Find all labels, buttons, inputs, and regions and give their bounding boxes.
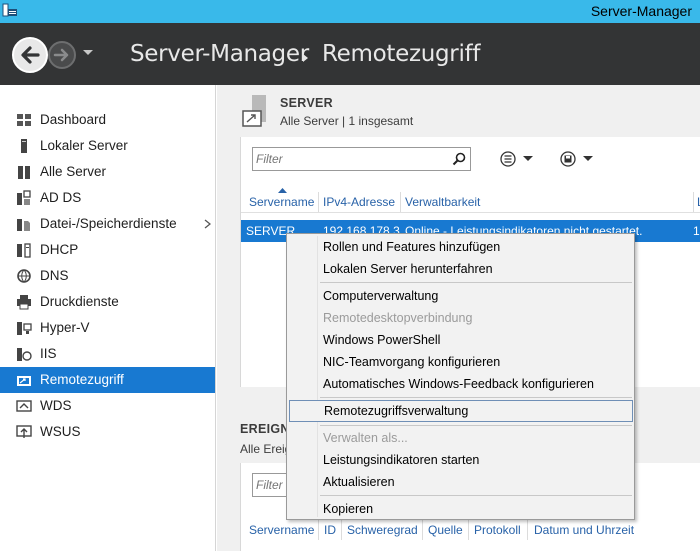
view-options-button[interactable] <box>499 150 539 168</box>
sidebar-item-label: Hyper-V <box>40 320 90 335</box>
window-title-bar: Server-Manager <box>0 0 700 23</box>
sidebar-item-label: DNS <box>40 268 69 283</box>
menu-item-remote-access-management[interactable]: Remotezugriffsverwaltung <box>289 400 633 422</box>
dns-icon <box>17 269 31 283</box>
local-server-icon <box>21 139 27 153</box>
sidebar-item-all-servers[interactable]: Alle Server <box>0 159 215 185</box>
app-header: Server-Manager Remotezugriff <box>0 23 700 85</box>
sidebar-item-label: Remotezugriff <box>40 372 124 387</box>
sidebar-item-dns[interactable]: DNS <box>0 263 215 289</box>
menu-item-add-roles-features[interactable]: Rollen und Features hinzufügen <box>287 236 634 258</box>
menu-item-refresh[interactable]: Aktualisieren <box>287 471 634 493</box>
breadcrumb-separator-icon <box>303 54 308 62</box>
sidebar-item-label: IIS <box>40 346 57 361</box>
ad-ds-icon <box>17 190 31 205</box>
column-manageability[interactable]: Verwaltbarkeit <box>405 195 480 209</box>
sidebar-item-dashboard[interactable]: Dashboard <box>0 107 215 133</box>
dhcp-icon <box>17 243 31 258</box>
menu-item-windows-feedback[interactable]: Automatisches Windows-Feedback konfiguri… <box>287 373 634 395</box>
arrow-left-icon <box>21 46 40 64</box>
column-ipv4[interactable]: IPv4-Adresse <box>323 195 395 209</box>
column-servername[interactable]: Servername <box>249 195 314 209</box>
servers-column-headers: Servername IPv4-Adresse Verwaltbarkeit L <box>241 188 700 213</box>
column-id[interactable]: ID <box>324 523 336 537</box>
servers-filter[interactable] <box>252 147 471 171</box>
expand-arrow-icon[interactable] <box>204 219 211 229</box>
sidebar-item-label: Datei-/Speicherdienste <box>40 216 177 231</box>
sort-ascending-icon <box>278 188 287 193</box>
sidebar: Dashboard Lokaler Server Alle Server AD … <box>0 85 216 551</box>
menu-separator <box>320 495 632 496</box>
sidebar-item-print-services[interactable]: Druckdienste <box>0 289 215 315</box>
menu-item-manage-as: Verwalten als... <box>323 431 408 445</box>
menu-item-shutdown-local-server[interactable]: Lokalen Server herunterfahren <box>287 258 634 280</box>
sidebar-item-wds[interactable]: WDS <box>0 393 215 419</box>
column-date-time[interactable]: Datum und Uhrzeit <box>534 523 634 537</box>
arrow-right-icon <box>53 48 69 62</box>
save-query-button[interactable] <box>559 150 599 168</box>
servers-section-title: SERVER <box>280 96 333 110</box>
sidebar-item-file-storage[interactable]: Datei-/Speicherdienste <box>0 211 215 237</box>
sidebar-item-label: Dashboard <box>40 112 107 127</box>
sidebar-item-label: AD DS <box>40 190 82 205</box>
breadcrumb-current: Remotezugriff <box>322 41 481 67</box>
menu-item-start-performance-counters[interactable]: Leistungsindikatoren starten <box>287 449 634 471</box>
menu-item-computer-management[interactable]: Computerverwaltung <box>287 285 634 307</box>
menu-separator <box>320 397 632 398</box>
sidebar-item-label: WSUS <box>40 424 81 439</box>
forward-button[interactable] <box>48 41 76 69</box>
sidebar-item-hyper-v[interactable]: Hyper-V <box>0 315 215 341</box>
menu-separator <box>320 282 632 283</box>
menu-item-nic-teaming[interactable]: NIC-Teamvorgang konfigurieren <box>287 351 634 373</box>
sidebar-item-label: Lokaler Server <box>40 138 128 153</box>
list-options-icon <box>500 151 533 167</box>
back-button[interactable] <box>12 37 48 73</box>
servers-filter-input[interactable] <box>253 149 443 169</box>
history-dropdown-icon[interactable] <box>82 49 94 57</box>
sidebar-item-wsus[interactable]: WSUS <box>0 419 215 445</box>
remote-access-icon <box>17 376 31 386</box>
context-menu: Rollen und Features hinzufügen Lokalen S… <box>286 233 635 520</box>
sidebar-item-iis[interactable]: IIS <box>0 341 215 367</box>
cell-last-update: 1. <box>693 224 700 238</box>
server-section-icon <box>242 95 266 127</box>
sidebar-item-label: WDS <box>40 398 72 413</box>
all-servers-icon <box>18 166 30 179</box>
sidebar-item-label: DHCP <box>40 242 79 257</box>
menu-separator <box>320 425 632 426</box>
menu-item-windows-powershell[interactable]: Windows PowerShell <box>287 329 634 351</box>
events-column-headers: Servername ID Schweregrad Quelle Protoko… <box>241 519 700 540</box>
breadcrumb-root[interactable]: Server-Manager <box>130 41 309 67</box>
wsus-icon <box>16 425 32 438</box>
server-manager-app-icon <box>2 3 17 17</box>
column-source[interactable]: Quelle <box>428 523 463 537</box>
sidebar-item-ad-ds[interactable]: AD DS <box>0 185 215 211</box>
file-storage-icon <box>17 219 30 231</box>
sidebar-item-remote-access[interactable]: Remotezugriff <box>0 367 215 393</box>
save-query-icon <box>560 151 593 167</box>
column-servername[interactable]: Servername <box>249 523 314 537</box>
window-title: Server-Manager <box>590 3 692 19</box>
sidebar-item-label: Druckdienste <box>40 294 119 309</box>
sidebar-item-dhcp[interactable]: DHCP <box>0 237 215 263</box>
servers-section-subtitle: Alle Server | 1 insgesamt <box>280 114 414 128</box>
wds-icon <box>16 400 32 412</box>
menu-item-remote-desktop: Remotedesktopverbindung <box>323 311 473 325</box>
dashboard-icon <box>17 114 31 126</box>
sidebar-item-local-server[interactable]: Lokaler Server <box>0 133 215 159</box>
menu-item-copy[interactable]: Kopieren <box>287 498 634 520</box>
column-log[interactable]: Protokoll <box>474 523 521 537</box>
column-severity[interactable]: Schweregrad <box>347 523 418 537</box>
search-icon[interactable] <box>452 152 466 166</box>
iis-icon <box>17 348 32 361</box>
printer-icon <box>17 295 31 310</box>
hyper-v-icon <box>17 322 32 335</box>
sidebar-item-label: Alle Server <box>40 164 107 179</box>
